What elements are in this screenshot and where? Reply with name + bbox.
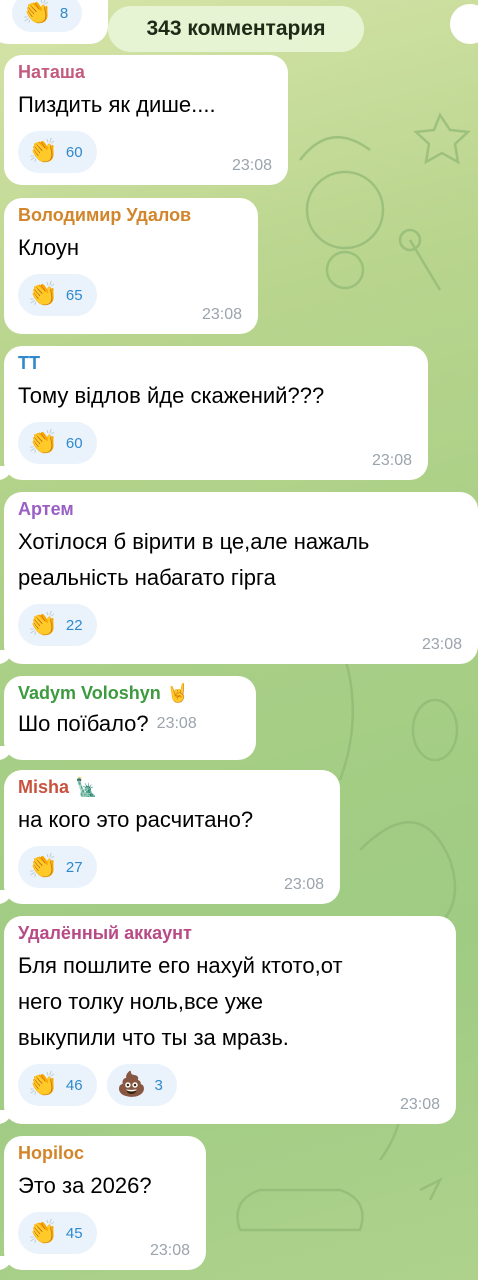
timestamp: 23:08 (283, 876, 324, 893)
reaction-chip[interactable]: 👏 60 (18, 422, 97, 464)
timestamp: 23:08 (231, 157, 272, 174)
doodle-ear (299, 135, 371, 161)
reaction-count: 65 (65, 286, 83, 304)
message-bubble[interactable]: Володимир Удалов Клоун 👏 65 23:08 (4, 198, 258, 334)
poop-icon: 💩 (116, 1071, 147, 1098)
message-text: на кого это расчитано? (18, 807, 254, 832)
reaction-count: 60 (65, 143, 83, 161)
message-text-line: реальність набагато гірга (18, 565, 276, 590)
doodle-egg (411, 698, 459, 762)
message-text: Клоун (18, 235, 80, 260)
reaction-chip[interactable]: 👏 65 (18, 274, 97, 316)
message-bubble[interactable]: Наташа Пиздить як дише.... 👏 60 23:08 (4, 55, 288, 185)
author-name[interactable]: Misha (18, 776, 69, 798)
clap-icon: 👏 (28, 611, 58, 638)
reaction-count: 3 (154, 1076, 163, 1094)
author-name[interactable]: Hopiloc (18, 1142, 192, 1164)
author-name[interactable]: Наташа (18, 61, 274, 83)
timestamp: 23:08 (371, 452, 412, 469)
timestamp: 23:08 (399, 1096, 440, 1113)
reaction-chip[interactable]: 👏 8 (12, 0, 83, 32)
message-text: Тому відлов йде скажений??? (18, 383, 325, 408)
author-name[interactable]: Vadym Voloshyn (18, 682, 161, 704)
clap-icon: 👏 (28, 281, 58, 308)
message-bubble[interactable]: TT Тому відлов йде скажений??? 👏 60 23:0… (0, 346, 428, 480)
clap-icon: 👏 (28, 1071, 58, 1098)
message-text-line: него толку ноль,все уже (18, 989, 263, 1014)
reaction-count: 27 (65, 858, 83, 876)
timestamp: 23:08 (149, 1242, 190, 1259)
comments-count-header[interactable]: 343 комментария (108, 6, 364, 52)
doodle-star (413, 112, 471, 165)
message-text: Это за 2026? (18, 1173, 152, 1198)
clap-icon: 👏 (28, 853, 58, 880)
clap-icon: 👏 (28, 1219, 58, 1246)
message-bubble[interactable]: Hopiloc Это за 2026? 👏 45 23:08 (0, 1136, 206, 1270)
reaction-chip[interactable]: 👏 27 (18, 846, 97, 888)
doodle-spark (419, 1177, 443, 1201)
statue-of-liberty-icon: 🗽 (75, 777, 98, 797)
doodle-flower (325, 250, 365, 290)
reaction-chip[interactable]: 👏 45 (18, 1212, 97, 1254)
message-bubble[interactable]: Vadym Voloshyn 🤘 Шо поїбало? 23:08 (0, 676, 256, 760)
reaction-chip[interactable]: 💩 3 (106, 1064, 177, 1106)
message-text: Пиздить як дише.... (18, 92, 216, 117)
author-name[interactable]: Володимир Удалов (18, 204, 244, 226)
clap-icon: 👏 (22, 0, 52, 26)
rock-hand-icon: 🤘 (166, 683, 190, 703)
doodle-cat (305, 170, 385, 250)
message-text: Шо поїбало? (18, 711, 149, 736)
message-bubble[interactable]: Артем Хотілося б вірити в це,але нажаль … (0, 492, 478, 664)
timestamp: 23:08 (156, 715, 197, 732)
doodle-lollipop (408, 239, 442, 291)
timestamp: 23:08 (421, 636, 462, 653)
message-text-line: Хотілося б вірити в це,але нажаль (18, 529, 370, 554)
clap-icon: 👏 (28, 138, 58, 165)
author-name[interactable]: Артем (18, 498, 464, 520)
reaction-chip[interactable]: 👏 22 (18, 604, 97, 646)
author-name[interactable]: Удалённый аккаунт (18, 922, 442, 944)
message-bubble[interactable]: Удалённый аккаунт Бля пошлите его нахуй … (0, 916, 456, 1124)
reaction-chip[interactable]: 👏 60 (18, 131, 97, 173)
reaction-count: 45 (65, 1224, 83, 1242)
reaction-count: 8 (59, 4, 69, 22)
message-bubble[interactable]: Misha 🗽 на кого это расчитано? 👏 27 23:0… (0, 770, 340, 904)
author-name[interactable]: TT (18, 352, 414, 374)
previous-message-bubble: 👏 8 (0, 0, 108, 44)
reaction-count: 22 (65, 616, 83, 634)
message-text-line: выкупили что ты за мразь. (18, 1025, 289, 1050)
clap-icon: 👏 (28, 429, 58, 456)
reaction-chip[interactable]: 👏 46 (18, 1064, 97, 1106)
doodle-submarine (236, 1188, 364, 1232)
message-text-line: Бля пошлите его нахуй ктото,от (18, 953, 343, 978)
reaction-count: 46 (65, 1076, 83, 1094)
reaction-count: 60 (65, 434, 83, 452)
timestamp: 23:08 (201, 306, 242, 323)
